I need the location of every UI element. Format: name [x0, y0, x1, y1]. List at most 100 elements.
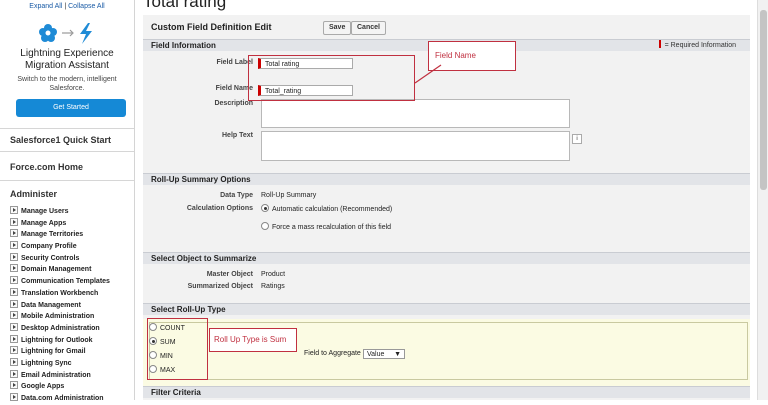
- lightning-bolt-icon: [80, 23, 92, 44]
- expand-icon[interactable]: [10, 206, 18, 214]
- sidebar-item-label: Translation Workbench: [21, 289, 99, 297]
- expand-icon[interactable]: [10, 299, 18, 308]
- get-started-button[interactable]: Get Started: [16, 99, 126, 117]
- expand-icon[interactable]: [10, 311, 18, 320]
- calc-option-label: Automatic calculation (Recommended): [272, 206, 393, 213]
- help-text-label: Help Text: [222, 132, 253, 139]
- expand-icon[interactable]: [10, 334, 18, 343]
- expand-icon[interactable]: [10, 276, 18, 285]
- required-info: = Required Information: [658, 40, 736, 52]
- page-title: Total rating: [143, 0, 227, 11]
- lightning-promo: Lightning Experience Migration Assistant…: [0, 13, 134, 127]
- field-label-label: Field Label: [216, 59, 253, 66]
- rollup-type-highlight: [147, 318, 208, 380]
- required-marker: [658, 40, 661, 48]
- required-info-text: = Required Information: [664, 42, 736, 49]
- expand-icon[interactable]: [10, 357, 18, 366]
- promo-subtitle: Switch to the modern, intelligent Salesf…: [17, 76, 117, 92]
- section-title: Select Roll-Up Type: [151, 305, 226, 314]
- field-to-aggregate-select[interactable]: Value ▼: [363, 349, 405, 359]
- sidebar-item-lightning-for-outlook[interactable]: Lightning for Outlook: [10, 334, 110, 347]
- sidebar-item-security-controls[interactable]: Security Controls: [10, 252, 110, 265]
- sidebar-item-manage-users[interactable]: Manage Users: [10, 206, 110, 218]
- scrollbar[interactable]: [757, 0, 768, 400]
- sidebar-item-quick-start[interactable]: Salesforce1 Quick Start: [10, 135, 111, 145]
- sidebar-item-label: Lightning Sync: [21, 359, 72, 367]
- master-object-value: Product: [261, 271, 286, 278]
- section-object-summarize: Select Object to Summarize: [143, 252, 750, 264]
- sidebar-item-desktop-administration[interactable]: Desktop Administration: [10, 322, 110, 335]
- dropdown-arrow-icon: ▼: [394, 351, 401, 358]
- expand-icon[interactable]: [10, 287, 18, 296]
- sidebar-item-label: Lightning for Gmail: [21, 348, 86, 356]
- expand-icon[interactable]: [10, 322, 18, 331]
- expand-icon[interactable]: [10, 381, 18, 390]
- promo-title: Lightning Experience Migration Assistant: [0, 48, 134, 72]
- sidebar-item-manage-apps[interactable]: Manage Apps: [10, 217, 110, 230]
- section-rollup-type: Select Roll-Up Type: [143, 303, 750, 315]
- calc-option-automatic[interactable]: Automatic calculation (Recommended): [261, 204, 392, 213]
- expand-icon[interactable]: [10, 217, 18, 226]
- radio-icon[interactable]: [261, 222, 269, 230]
- expand-icon[interactable]: [10, 252, 18, 261]
- sidebar-item-data-management[interactable]: Data Management: [10, 299, 110, 312]
- divider: [0, 180, 134, 181]
- calc-option-force[interactable]: Force a mass recalculation of this field: [261, 222, 391, 231]
- promo-icons: [0, 21, 134, 45]
- sidebar-expand-collapse: Expand All | Collapse All: [0, 3, 134, 10]
- data-type-value: Roll-Up Summary: [261, 192, 317, 199]
- sidebar-item-domain-management[interactable]: Domain Management: [10, 264, 110, 276]
- select-value: Value: [367, 351, 385, 358]
- sidebar-item-label: Manage Apps: [21, 219, 67, 227]
- sidebar-item-translation-workbench[interactable]: Translation Workbench: [10, 287, 110, 300]
- sidebar: Expand All | Collapse All Lightning Expe…: [0, 0, 135, 402]
- sidebar-item-mobile-administration[interactable]: Mobile Administration: [10, 311, 110, 323]
- sidebar-item-communication-templates[interactable]: Communication Templates: [10, 276, 110, 288]
- section-title: Field Information: [151, 41, 216, 50]
- sidebar-item-lightning-for-gmail[interactable]: Lightning for Gmail: [10, 346, 110, 358]
- main-panel: Custom Field Definition Edit Save Cancel…: [143, 15, 750, 400]
- summarized-object-label: Summarized Object: [187, 283, 253, 290]
- section-title: Select Object to Summarize: [151, 254, 257, 263]
- sidebar-item-label: Lightning for Outlook: [21, 336, 93, 344]
- sidebar-item-label: Domain Management: [21, 266, 92, 274]
- help-text-textarea[interactable]: [261, 131, 570, 161]
- flower-icon: [39, 24, 57, 42]
- info-icon[interactable]: i: [572, 134, 582, 144]
- sidebar-item-label: Mobile Administration: [21, 313, 95, 321]
- cancel-button[interactable]: Cancel: [351, 21, 386, 35]
- sidebar-item-label: Desktop Administration: [21, 324, 100, 332]
- field-name-highlight: [248, 55, 415, 101]
- sidebar-item-data-com-administration[interactable]: Data.com Administration: [10, 393, 110, 405]
- expand-icon[interactable]: [10, 241, 18, 250]
- summarized-object-value: Ratings: [261, 283, 285, 290]
- migration-icons: [39, 23, 92, 44]
- save-button[interactable]: Save: [323, 21, 352, 35]
- sidebar-item-email-administration[interactable]: Email Administration: [10, 369, 110, 382]
- field-to-aggregate-label: Field to Aggregate: [304, 350, 361, 357]
- master-object-label: Master Object: [206, 271, 253, 278]
- sidebar-item-company-profile[interactable]: Company Profile: [10, 241, 110, 253]
- arrow-right-icon: [62, 29, 74, 37]
- field-name-label: Field Name: [215, 85, 253, 92]
- expand-all-link[interactable]: Expand All: [29, 3, 62, 10]
- expand-icon[interactable]: [10, 346, 18, 355]
- expand-icon[interactable]: [10, 229, 18, 238]
- sidebar-item-label: Company Profile: [21, 243, 77, 251]
- description-textarea[interactable]: [261, 99, 570, 128]
- sidebar-item-force-home[interactable]: Force.com Home: [10, 162, 83, 172]
- data-type-label: Data Type: [220, 192, 253, 199]
- sidebar-item-manage-territories[interactable]: Manage Territories: [10, 229, 110, 241]
- scrollbar-thumb[interactable]: [760, 10, 767, 190]
- sidebar-item-lightning-sync[interactable]: Lightning Sync: [10, 357, 110, 370]
- administer-list: Manage Users Manage Apps Manage Territorie…: [10, 206, 110, 405]
- sidebar-item-label: Manage Territories: [21, 231, 84, 239]
- description-label: Description: [214, 100, 253, 107]
- expand-icon[interactable]: [10, 369, 18, 378]
- sidebar-item-label: Google Apps: [21, 383, 65, 391]
- radio-icon[interactable]: [261, 204, 269, 212]
- edit-title: Custom Field Definition Edit: [151, 22, 272, 32]
- expand-icon[interactable]: [10, 264, 18, 273]
- collapse-all-link[interactable]: Collapse All: [68, 3, 105, 10]
- sidebar-item-google-apps[interactable]: Google Apps: [10, 381, 110, 393]
